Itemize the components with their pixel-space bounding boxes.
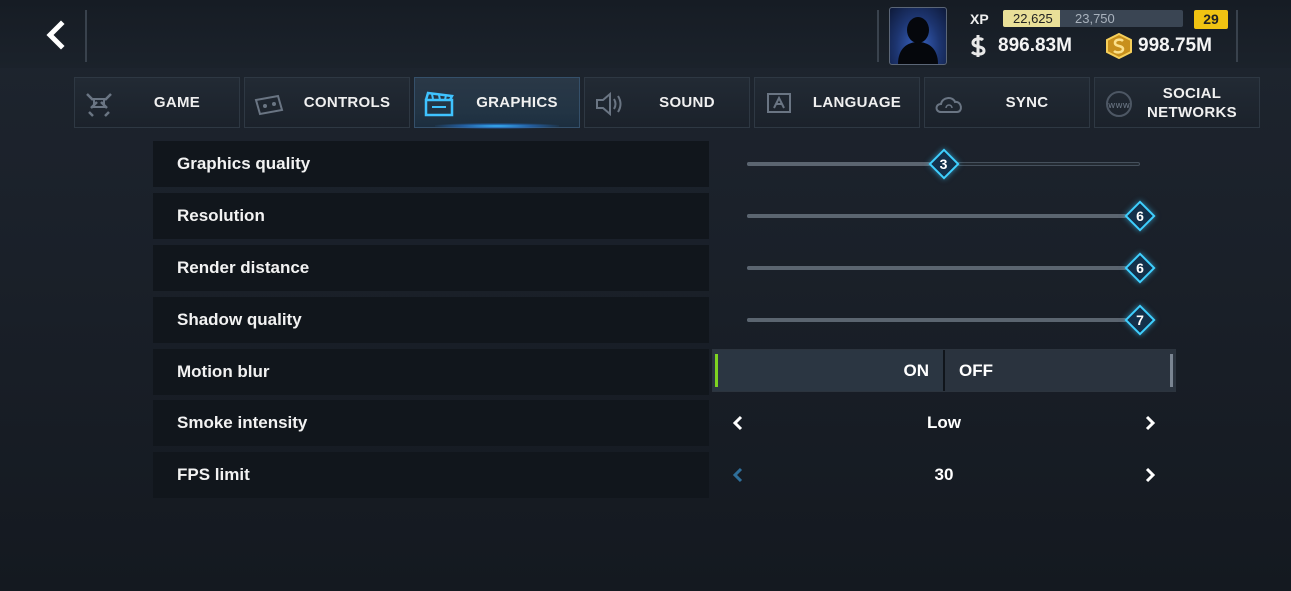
tab-label: SOUND [659,94,715,111]
graphics-quality-label: Graphics quality [153,141,709,187]
resolution-slider[interactable]: 6 [747,200,1156,232]
slider-value: 6 [1136,208,1144,224]
smoke-intensity-next-button[interactable] [1130,400,1170,446]
shadow-quality-label: Shadow quality [153,297,709,343]
gold-coin-icon [1106,33,1132,59]
slider-value: 3 [939,156,948,172]
fps-limit-label: FPS limit [153,452,709,498]
smoke-intensity-prev-button[interactable] [718,400,758,446]
tab-graphics[interactable]: GRAPHICS [414,77,580,129]
tab-label: SYNC [1005,94,1049,111]
header-divider [1236,10,1238,62]
render-distance-slider[interactable]: 6 [747,252,1156,284]
slider-fill [747,214,1140,218]
on-label: ON [903,361,930,380]
motion-blur-off-button[interactable]: OFF [945,350,1175,391]
tab-label: CONTROLS [303,94,391,111]
off-indicator [1170,354,1173,387]
slider-value: 6 [1136,260,1144,276]
fps-limit-selector: 30 [712,452,1176,498]
game-icon [86,93,112,117]
motion-blur-toggle: ON OFF [712,349,1176,392]
chevron-left-icon [732,467,743,483]
slider-knob[interactable]: 3 [927,147,961,181]
language-icon [767,93,791,113]
tab-game[interactable]: GAME [74,77,240,128]
gold-amount: 998.75M [1138,35,1212,56]
xp-label: XP [970,11,989,27]
chevron-right-icon [1145,415,1156,431]
fps-limit-value: 30 [934,465,954,484]
tab-social-networks[interactable]: www SOCIAL NETWORKS [1094,77,1260,128]
sound-icon [596,91,622,117]
tab-label: LANGUAGE [812,94,902,111]
cash-amount: 896.83M [998,35,1072,56]
render-distance-label: Render distance [153,245,709,291]
chevron-right-icon [1145,467,1156,483]
tab-controls[interactable]: CONTROLS [244,77,410,128]
smoke-intensity-selector: Low [712,400,1176,446]
slider-knob[interactable]: 6 [1123,199,1157,233]
tab-sound[interactable]: SOUND [584,77,750,128]
avatar-silhouette-icon [898,17,938,64]
tab-label: GRAPHICS [476,94,558,111]
graphics-quality-slider[interactable]: 3 [747,148,1140,180]
off-label: OFF [959,361,993,380]
dollar-icon [970,35,986,57]
tab-sync[interactable]: SYNC [924,77,1090,128]
fps-limit-next-button[interactable] [1130,452,1170,498]
slider-fill [747,266,1140,270]
sync-icon [935,97,962,113]
avatar[interactable] [889,7,947,65]
motion-blur-label: Motion blur [153,349,709,395]
xp-progress-bar: 22,625 23,750 [1003,10,1183,27]
active-tab-indicator [435,123,559,129]
slider-knob[interactable]: 6 [1123,251,1157,285]
header-divider [877,10,879,62]
level-badge: 29 [1194,10,1228,29]
header-divider [85,10,87,62]
back-button[interactable] [36,14,76,56]
resolution-label: Resolution [153,193,709,239]
on-indicator [715,354,718,387]
chevron-left-icon [46,20,65,50]
motion-blur-on-button[interactable]: ON [713,350,943,391]
social-networks-icon: www [1106,91,1132,117]
slider-fill [747,318,1140,322]
slider-fill [747,162,944,166]
xp-max: 23,750 [1075,11,1115,26]
tab-label: GAME [153,94,201,111]
smoke-intensity-value: Low [927,413,961,432]
fps-limit-prev-button[interactable] [718,452,758,498]
tab-language[interactable]: LANGUAGE [754,77,920,128]
smoke-intensity-label: Smoke intensity [153,400,709,446]
controls-icon [254,94,284,116]
slider-knob[interactable]: 7 [1123,303,1157,337]
graphics-icon [424,91,454,117]
tab-label: SOCIAL NETWORKS [1147,84,1237,121]
shadow-quality-slider[interactable]: 7 [747,304,1156,336]
xp-current: 22,625 [1013,11,1053,26]
svg-text:www: www [1108,101,1130,111]
slider-value: 7 [1136,312,1144,328]
chevron-left-icon [732,415,743,431]
